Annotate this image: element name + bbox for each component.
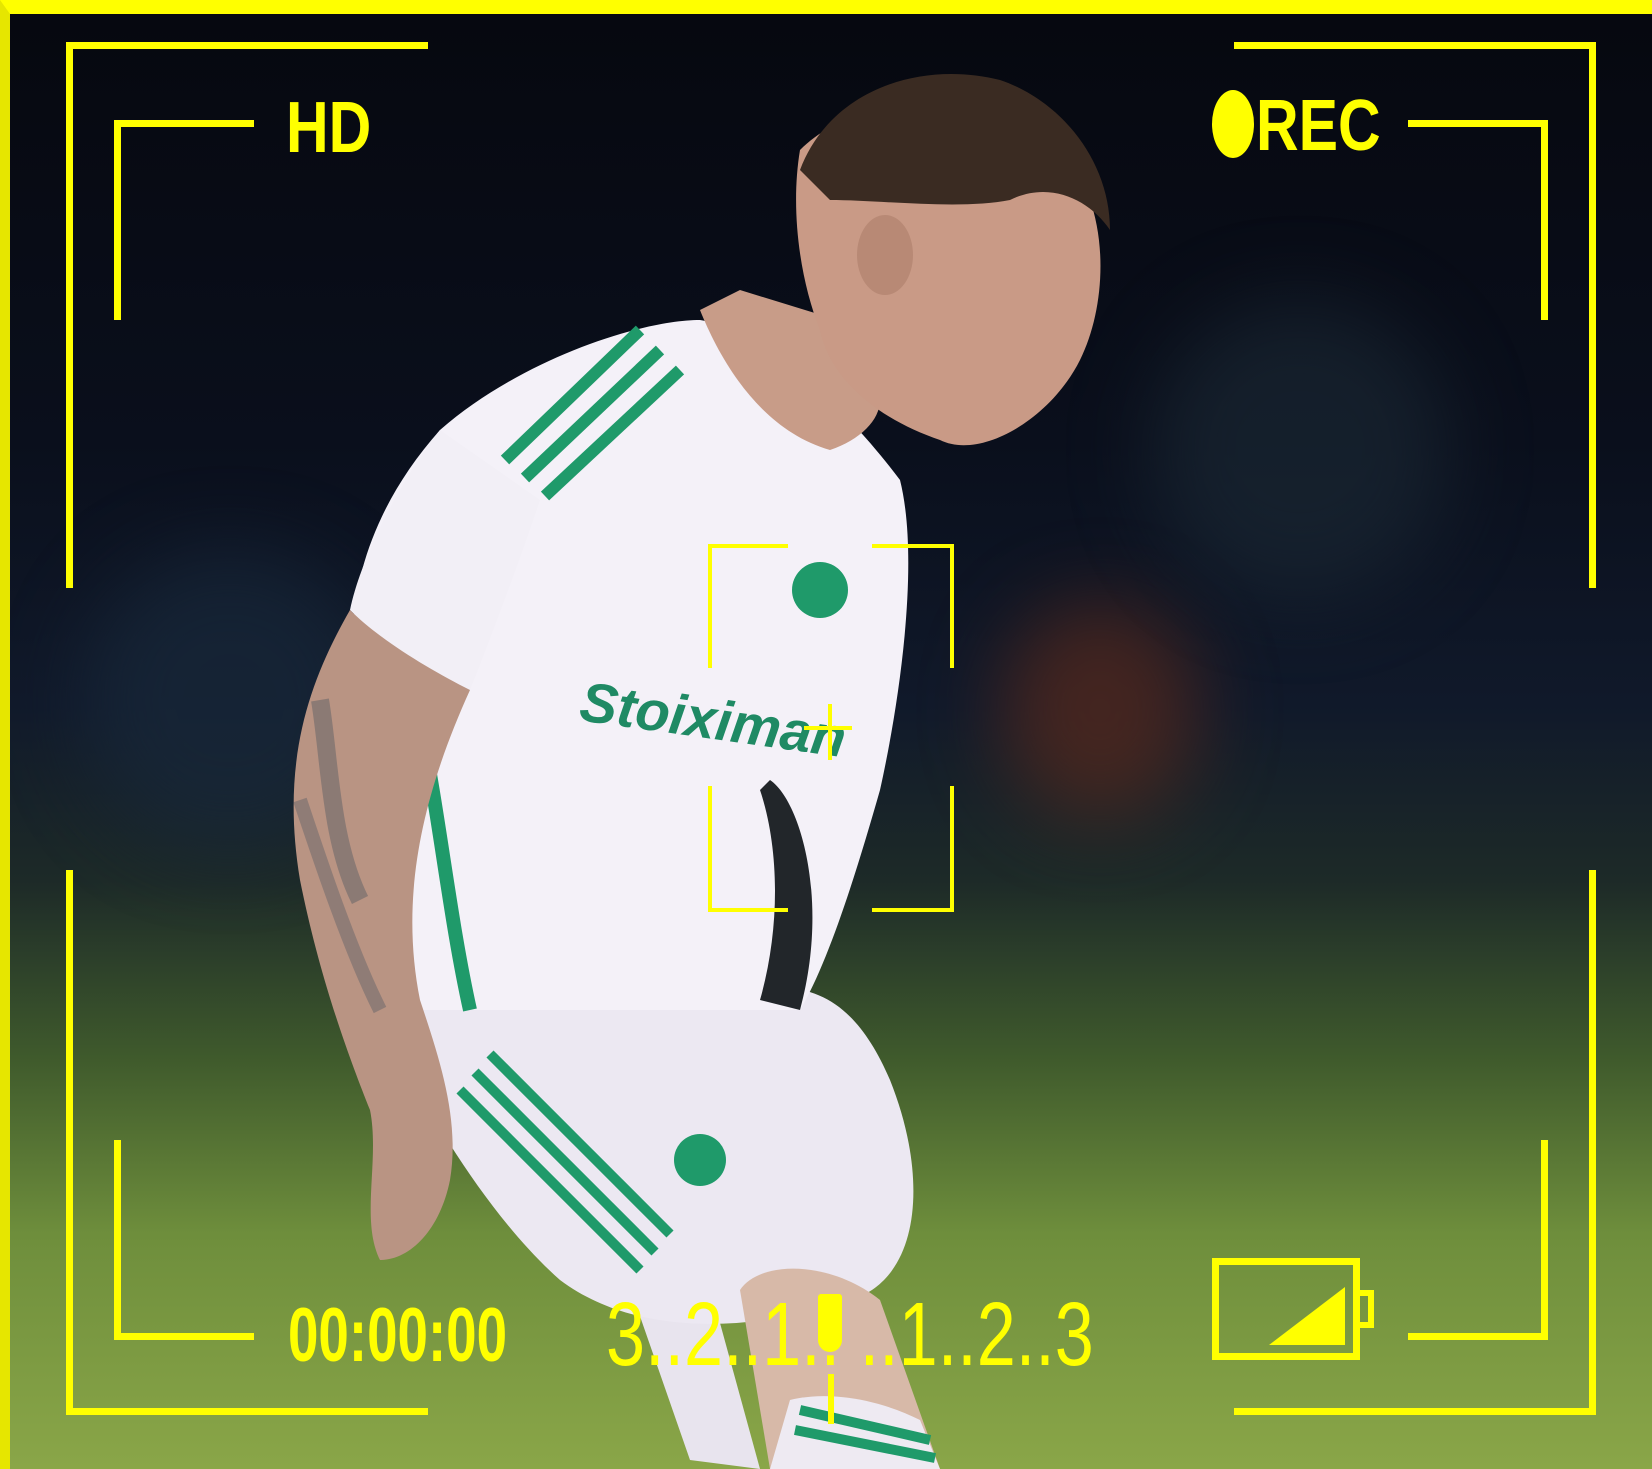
record-dot-icon — [1212, 90, 1254, 158]
exposure-scale: 3..2..1.. ..1..2..3 — [606, 1285, 1094, 1385]
focus-crosshair-icon — [828, 704, 832, 760]
timecode: 00:00:00 — [288, 1293, 508, 1378]
battery-level — [1269, 1287, 1345, 1345]
camera-viewfinder: Stoiximan HD REC 00:00:00 3..2..1.. ..1.… — [0, 0, 1652, 1469]
corner-bracket-bottom-left-inner — [114, 1140, 254, 1340]
rec-label: REC — [1256, 86, 1381, 166]
quality-label: HD — [286, 88, 372, 168]
focus-box-top-left — [708, 544, 788, 668]
exposure-marker-icon — [818, 1294, 842, 1352]
exposure-tick — [828, 1374, 834, 1424]
battery-terminal — [1360, 1290, 1374, 1328]
corner-bracket-bottom-right-inner — [1408, 1140, 1548, 1340]
corner-bracket-top-left-inner — [114, 120, 254, 320]
focus-box-top-right — [872, 544, 954, 668]
focus-box-bottom-left — [708, 786, 788, 912]
corner-bracket-top-right-inner — [1408, 120, 1548, 320]
battery-icon — [1212, 1258, 1360, 1360]
focus-box-bottom-right — [872, 786, 954, 912]
